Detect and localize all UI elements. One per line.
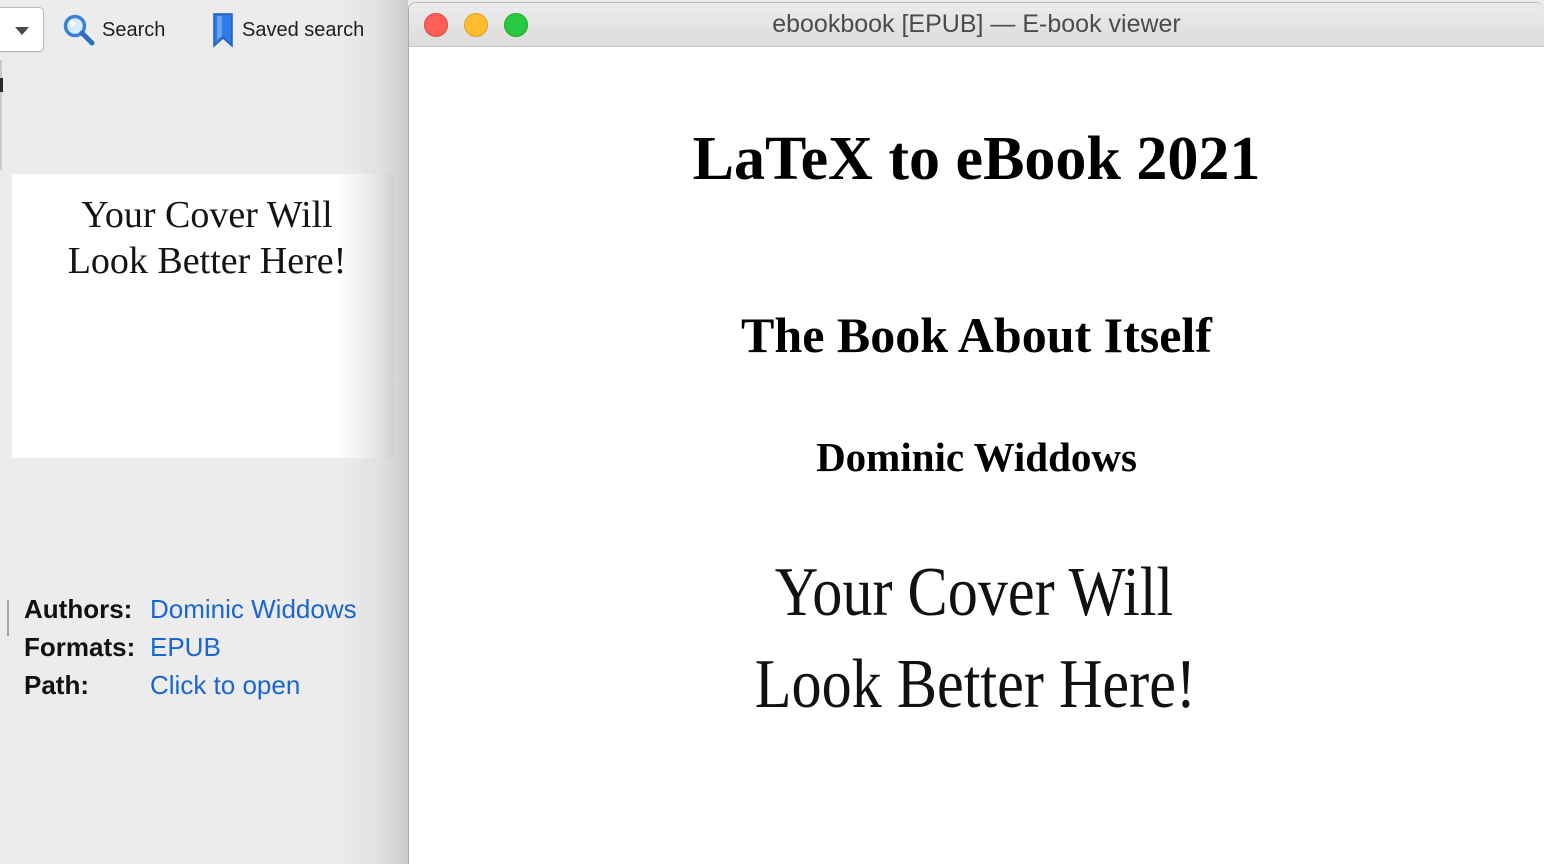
book-title: LaTeX to eBook 2021: [692, 125, 1261, 193]
cover-placeholder-line2: Look Better Here!: [67, 240, 347, 282]
search-button-label: Search: [102, 18, 166, 41]
cover-placeholder-text: Your Cover Will Look Better Here!: [12, 192, 402, 284]
saved-search-button-label: Saved search: [242, 18, 365, 41]
cover-image-line1: Your Cover Will: [774, 554, 1174, 631]
path-link[interactable]: Click to open: [150, 666, 300, 704]
path-key: Path:: [24, 670, 89, 700]
chevron-down-icon: [15, 27, 29, 35]
screen: Search Saved search Your Cover Will Look…: [0, 0, 1544, 864]
details-row-formats: Formats: EPUB: [24, 628, 357, 666]
search-button[interactable]: Search: [62, 10, 165, 50]
window-title: ebookbook [EPUB] — E-book viewer: [772, 10, 1181, 38]
details-row-path: Path: Click to open: [24, 666, 357, 704]
minimize-window-button[interactable]: [464, 13, 488, 37]
cover-image: Your Cover Will Look Better Here!: [719, 547, 1229, 727]
book-author: Dominic Widdows: [816, 434, 1137, 480]
calibre-main-window: Search Saved search Your Cover Will Look…: [0, 0, 393, 864]
authors-link[interactable]: Dominic Widdows: [150, 590, 357, 628]
search-history-dropdown[interactable]: [0, 7, 44, 52]
book-subtitle: The Book About Itself: [741, 307, 1212, 363]
book-page-content[interactable]: LaTeX to eBook 2021 The Book About Itsel…: [409, 47, 1544, 864]
splitter-handle[interactable]: [7, 600, 9, 636]
details-row-authors: Authors: Dominic Widdows: [24, 590, 357, 628]
viewer-titlebar[interactable]: ebookbook [EPUB] — E-book viewer: [409, 3, 1544, 47]
authors-key: Authors:: [24, 594, 133, 624]
saved-search-button[interactable]: Saved search: [210, 10, 364, 50]
scroll-marker: [0, 78, 3, 92]
formats-link[interactable]: EPUB: [150, 628, 221, 666]
cover-placeholder-line1: Your Cover Will: [81, 194, 333, 236]
splitter-edge[interactable]: [0, 60, 2, 170]
book-details-panel: Authors: Dominic Widdows Formats: EPUB P…: [24, 590, 357, 704]
book-cover-preview[interactable]: Your Cover Will Look Better Here!: [12, 174, 393, 458]
close-window-button[interactable]: [424, 13, 448, 37]
ebook-viewer-window: ebookbook [EPUB] — E-book viewer LaTeX t…: [408, 2, 1544, 864]
formats-key: Formats:: [24, 632, 136, 662]
maximize-window-button[interactable]: [504, 13, 528, 37]
bookmark-icon: [210, 12, 236, 48]
magnifier-icon: [62, 13, 96, 47]
cover-image-line2: Look Better Here!: [754, 646, 1196, 723]
